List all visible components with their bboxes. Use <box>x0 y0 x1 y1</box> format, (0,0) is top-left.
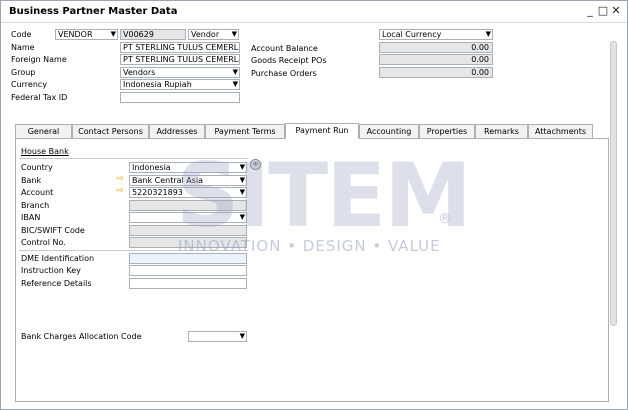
tab-bar: General Contact Persons Addresses Paymen… <box>15 123 593 139</box>
purchase-orders-label: Purchase Orders <box>251 69 317 78</box>
foreign-name-label: Foreign Name <box>11 55 67 64</box>
account-label: Account <box>21 188 54 197</box>
globe-icon[interactable]: ⊕ <box>250 159 261 170</box>
business-partner-window: Business Partner Master Data _ □ ✕ Code … <box>0 0 628 410</box>
account-value: 5220321893 <box>132 188 183 197</box>
maximize-button[interactable]: □ <box>597 4 609 17</box>
goods-receipt-field[interactable]: 0.00 <box>379 54 493 65</box>
minimize-button[interactable]: _ <box>584 4 596 17</box>
chevron-down-icon: ▼ <box>232 68 238 76</box>
chevron-down-icon: ▼ <box>232 80 238 88</box>
bank-charges-select[interactable]: ▼ <box>188 331 247 342</box>
control-no-label: Control No. <box>21 238 66 247</box>
purchase-orders-field[interactable]: 0.00 <box>379 67 493 78</box>
tab-properties[interactable]: Properties <box>419 124 475 139</box>
tab-addresses[interactable]: Addresses <box>149 124 205 139</box>
country-value: Indonesia <box>132 163 171 172</box>
bic-field[interactable] <box>129 225 247 236</box>
tab-attachments[interactable]: Attachments <box>528 124 593 139</box>
group-select[interactable]: Vendors ▼ <box>120 67 240 78</box>
house-bank-divider <box>19 158 248 159</box>
country-select[interactable]: Indonesia ▼ <box>129 162 247 173</box>
account-balance-label: Account Balance <box>251 44 318 53</box>
bank-value: Bank Central Asia <box>132 176 204 185</box>
bank-select[interactable]: Bank Central Asia ▼ <box>129 175 247 186</box>
currency-view-value: Local Currency <box>382 30 442 39</box>
federal-tax-field[interactable] <box>120 92 240 103</box>
chevron-down-icon: ▼ <box>239 176 245 184</box>
scrollbar-thumb[interactable] <box>610 41 617 326</box>
tab-payment-run[interactable]: Payment Run <box>285 123 359 139</box>
instruction-key-label: Instruction Key <box>21 266 81 275</box>
bp-type-select[interactable]: Vendor ▼ <box>188 29 239 40</box>
account-balance-field[interactable]: 0.00 <box>379 42 493 53</box>
bic-label: BIC/SWIFT Code <box>21 226 85 235</box>
foreign-name-field[interactable]: PT STERLING TULUS CEMERLA <box>120 54 240 65</box>
control-no-field[interactable] <box>129 237 247 248</box>
reference-details-field[interactable] <box>129 278 247 289</box>
house-bank-link[interactable]: House Bank <box>21 147 69 156</box>
chevron-down-icon: ▼ <box>239 332 245 340</box>
title-bar: Business Partner Master Data _ □ ✕ <box>1 1 627 23</box>
currency-label: Currency <box>11 80 48 89</box>
chevron-down-icon: ▼ <box>485 30 491 38</box>
iban-select[interactable]: ▼ <box>129 212 247 223</box>
goods-receipt-label: Goods Receipt POs <box>251 56 327 65</box>
chevron-down-icon: ▼ <box>110 30 116 38</box>
chevron-down-icon: ▼ <box>231 30 237 38</box>
account-select[interactable]: 5220321893 ▼ <box>129 187 247 198</box>
reference-details-label: Reference Details <box>21 279 92 288</box>
code-series-value: VENDOR <box>58 30 93 39</box>
dme-label: DME Identification <box>21 254 95 263</box>
link-arrow-icon[interactable]: ⇨ <box>116 187 124 196</box>
dme-field[interactable] <box>129 253 247 264</box>
currency-view-select[interactable]: Local Currency ▼ <box>379 29 493 40</box>
section-divider <box>19 250 248 251</box>
chevron-down-icon: ▼ <box>239 188 245 196</box>
iban-label: IBAN <box>21 213 41 222</box>
tab-general[interactable]: General <box>15 124 72 139</box>
code-field[interactable]: V00629 <box>120 29 186 40</box>
tab-accounting[interactable]: Accounting <box>359 124 419 139</box>
code-series-select[interactable]: VENDOR ▼ <box>55 29 118 40</box>
name-field[interactable]: PT STERLING TULUS CEMERLA <box>120 42 240 53</box>
bp-type-value: Vendor <box>191 30 220 39</box>
currency-select[interactable]: Indonesia Rupiah ▼ <box>120 79 240 90</box>
group-value: Vendors <box>123 68 156 77</box>
vertical-scrollbar[interactable] <box>609 33 618 403</box>
federal-tax-label: Federal Tax ID <box>11 93 68 102</box>
group-label: Group <box>11 68 36 77</box>
branch-label: Branch <box>21 201 50 210</box>
link-arrow-icon[interactable]: ⇨ <box>116 175 124 184</box>
payment-run-panel <box>15 138 609 402</box>
bank-charges-label: Bank Charges Allocation Code <box>21 332 142 341</box>
bank-label: Bank <box>21 176 42 185</box>
branch-field[interactable] <box>129 200 247 211</box>
chevron-down-icon: ▼ <box>239 163 245 171</box>
currency-value: Indonesia Rupiah <box>123 80 192 89</box>
window-title: Business Partner Master Data <box>9 6 178 17</box>
instruction-key-field[interactable] <box>129 265 247 276</box>
country-label: Country <box>21 163 53 172</box>
tab-payment-terms[interactable]: Payment Terms <box>205 124 285 139</box>
tab-contact-persons[interactable]: Contact Persons <box>72 124 149 139</box>
name-label: Name <box>11 43 35 52</box>
chevron-down-icon: ▼ <box>239 213 245 221</box>
tab-remarks[interactable]: Remarks <box>475 124 528 139</box>
close-button[interactable]: ✕ <box>610 4 622 17</box>
code-label: Code <box>11 30 32 39</box>
